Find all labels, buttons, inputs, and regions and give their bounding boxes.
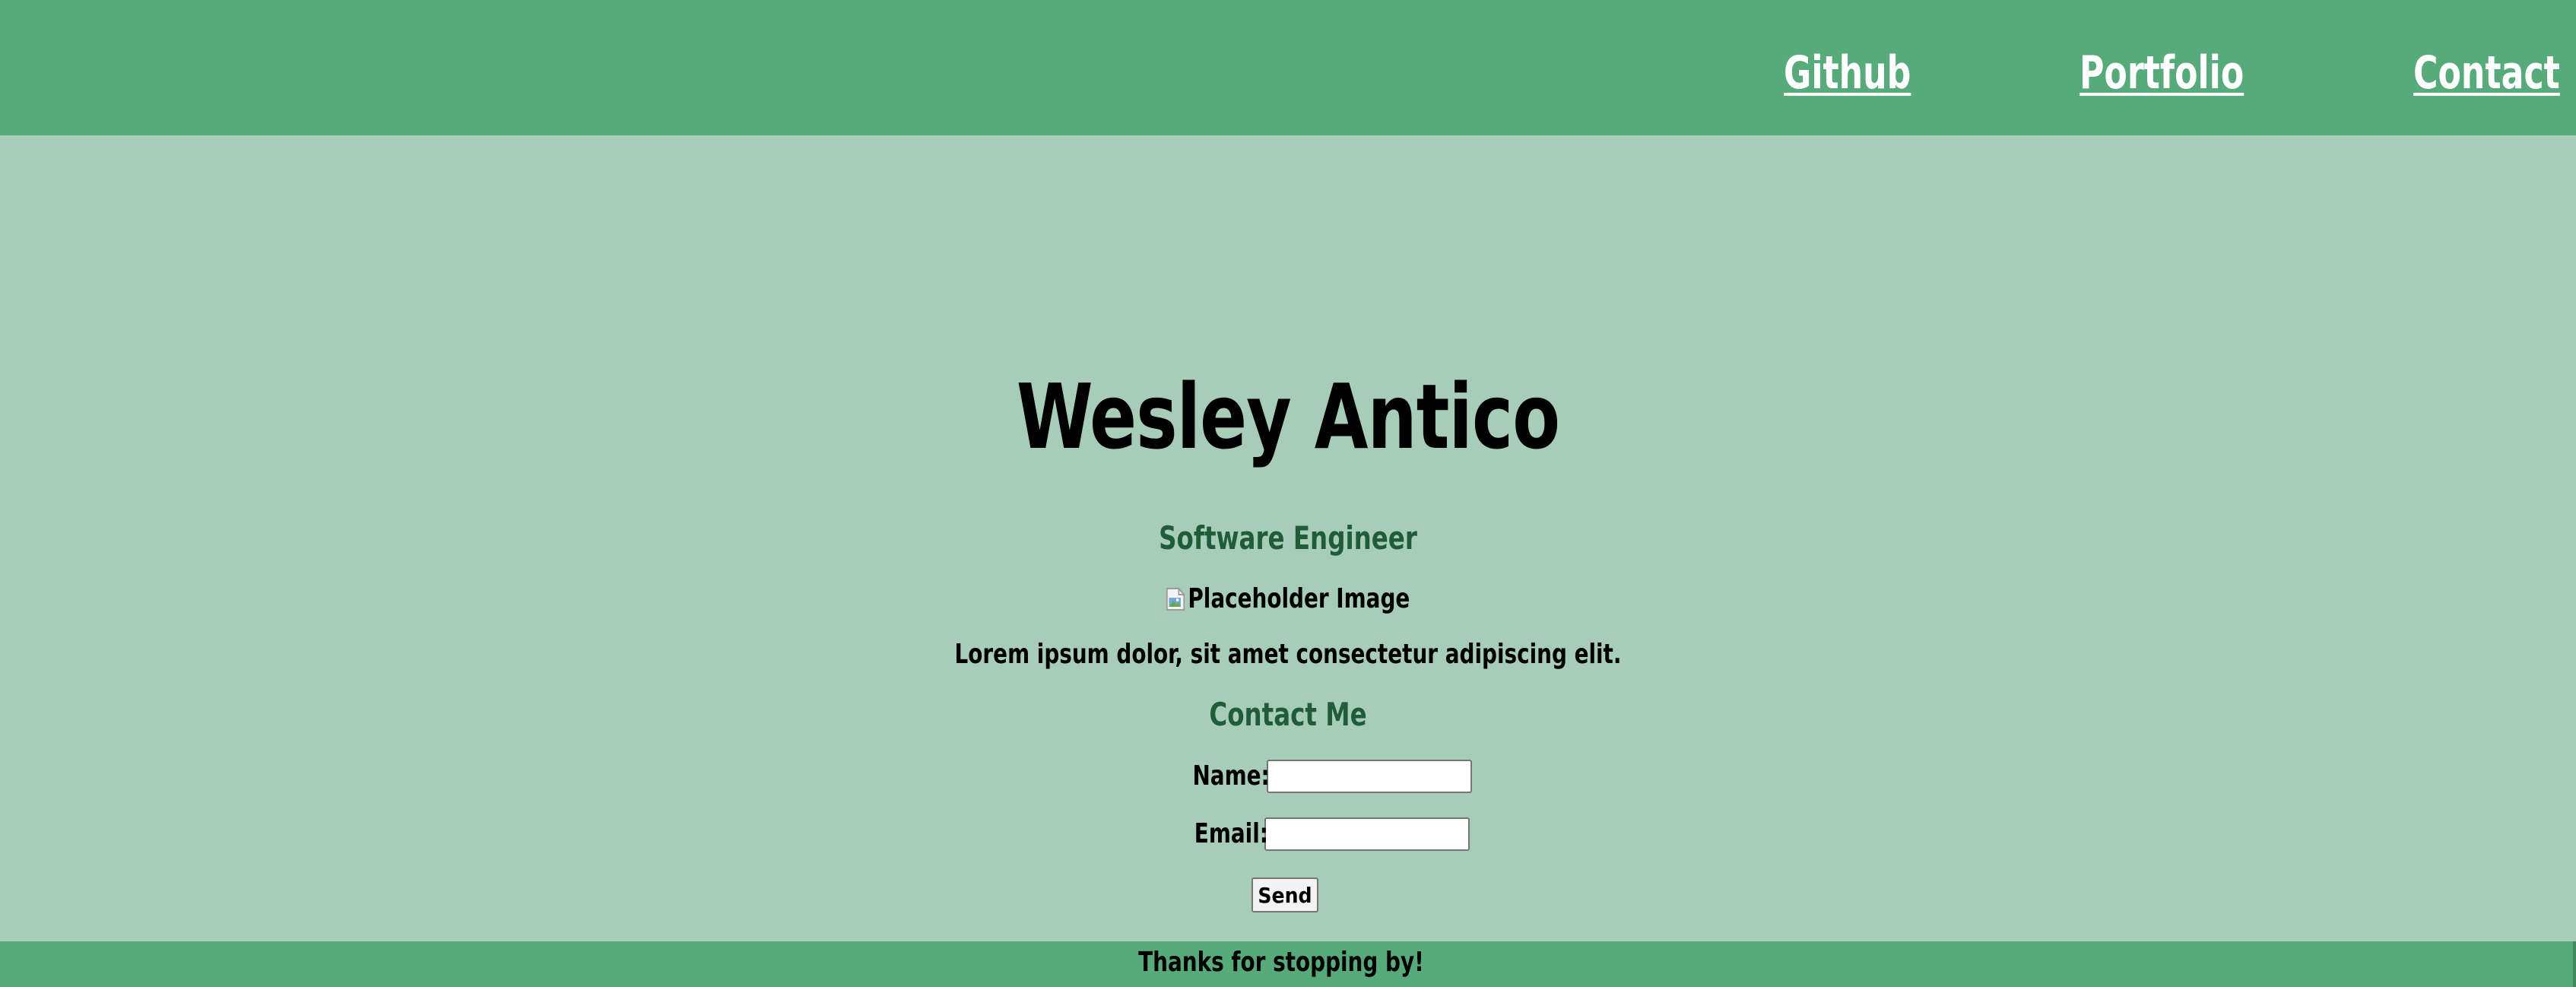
page-title: Wesley Antico: [1016, 364, 1560, 469]
nav-link-github[interactable]: Github: [1784, 43, 1911, 103]
page: Github Portfolio Contact Wesley Antico S…: [0, 0, 2576, 987]
send-row: Send: [0, 878, 2576, 912]
email-row: Email:: [0, 817, 2576, 852]
name-label: Name:: [1192, 760, 1270, 792]
name-row: Name:: [0, 759, 2576, 794]
job-title: Software Engineer: [1159, 519, 1417, 557]
broken-image-icon: [1166, 587, 1185, 611]
profile-image: Placeholder Image: [0, 580, 2576, 622]
intro-paragraph: Lorem ipsum dolor, sit amet consectetur …: [954, 639, 1622, 670]
nav-link-contact[interactable]: Contact: [2413, 43, 2560, 103]
profile-image-alt-text: Placeholder Image: [1188, 583, 1410, 614]
email-label: Email:: [1194, 818, 1268, 849]
send-button[interactable]: Send: [1252, 878, 1318, 912]
main-content: Wesley Antico Software Engineer Placehol…: [0, 135, 2576, 941]
site-header: Github Portfolio Contact: [0, 0, 2576, 135]
contact-heading: Contact Me: [1209, 696, 1367, 733]
profile-image-fallback: Placeholder Image: [1166, 580, 1410, 618]
nav-link-portfolio[interactable]: Portfolio: [2080, 43, 2244, 103]
site-footer: Thanks for stopping by!: [0, 941, 2576, 987]
footer-text: Thanks for stopping by!: [1138, 947, 1424, 978]
name-input[interactable]: [1266, 760, 1472, 793]
email-input[interactable]: [1264, 817, 1470, 851]
